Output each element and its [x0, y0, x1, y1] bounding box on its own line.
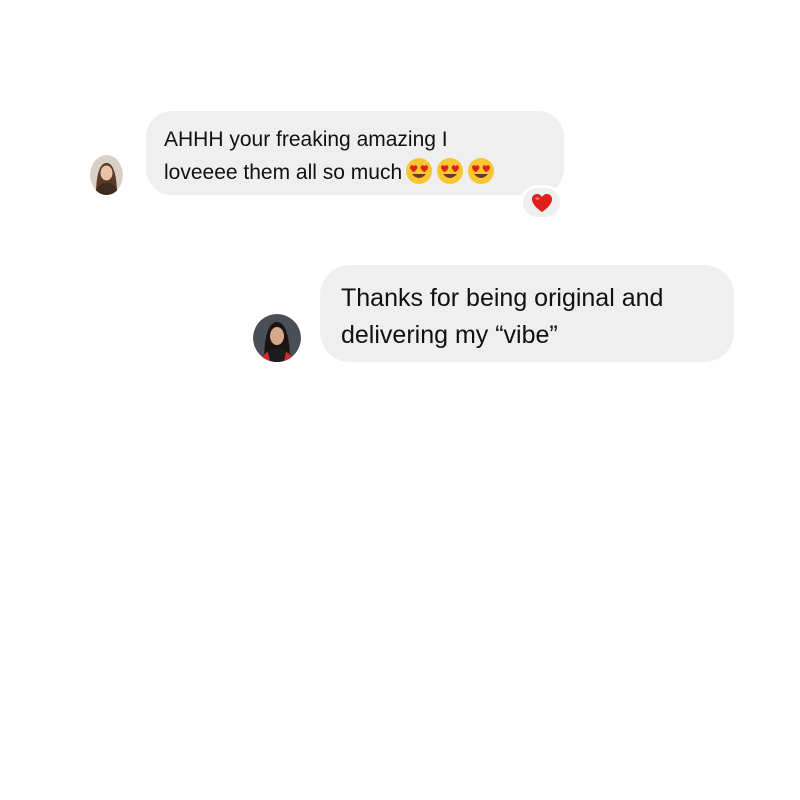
message-text: AHHH your freaking amazing I loveeee the… [164, 123, 564, 189]
avatar-photo [253, 314, 301, 362]
red-heart-icon [531, 193, 552, 212]
message-bubble[interactable]: Thanks for being original and delivering… [320, 265, 734, 362]
message-line: loveeee them all so much [164, 161, 403, 184]
message-line: Thanks for being original and [341, 284, 664, 312]
message-line: delivering my “vibe” [341, 321, 558, 349]
message-bubble-received[interactable]: AHHH your freaking amazing I loveeee the… [146, 111, 564, 195]
message-line: AHHH your freaking amazing I [164, 128, 448, 151]
message-text: Thanks for being original and delivering… [341, 280, 734, 354]
avatar-photo [90, 155, 123, 195]
heart-eyes-emoji-icon [468, 158, 495, 184]
message-reaction[interactable] [520, 185, 563, 220]
sender-avatar[interactable] [253, 314, 301, 362]
heart-eyes-emoji-icon [437, 158, 464, 184]
heart-eyes-emoji-icon [406, 158, 433, 184]
message-line-with-emoji: loveeee them all so much [164, 156, 564, 189]
sender-avatar[interactable] [90, 155, 123, 195]
